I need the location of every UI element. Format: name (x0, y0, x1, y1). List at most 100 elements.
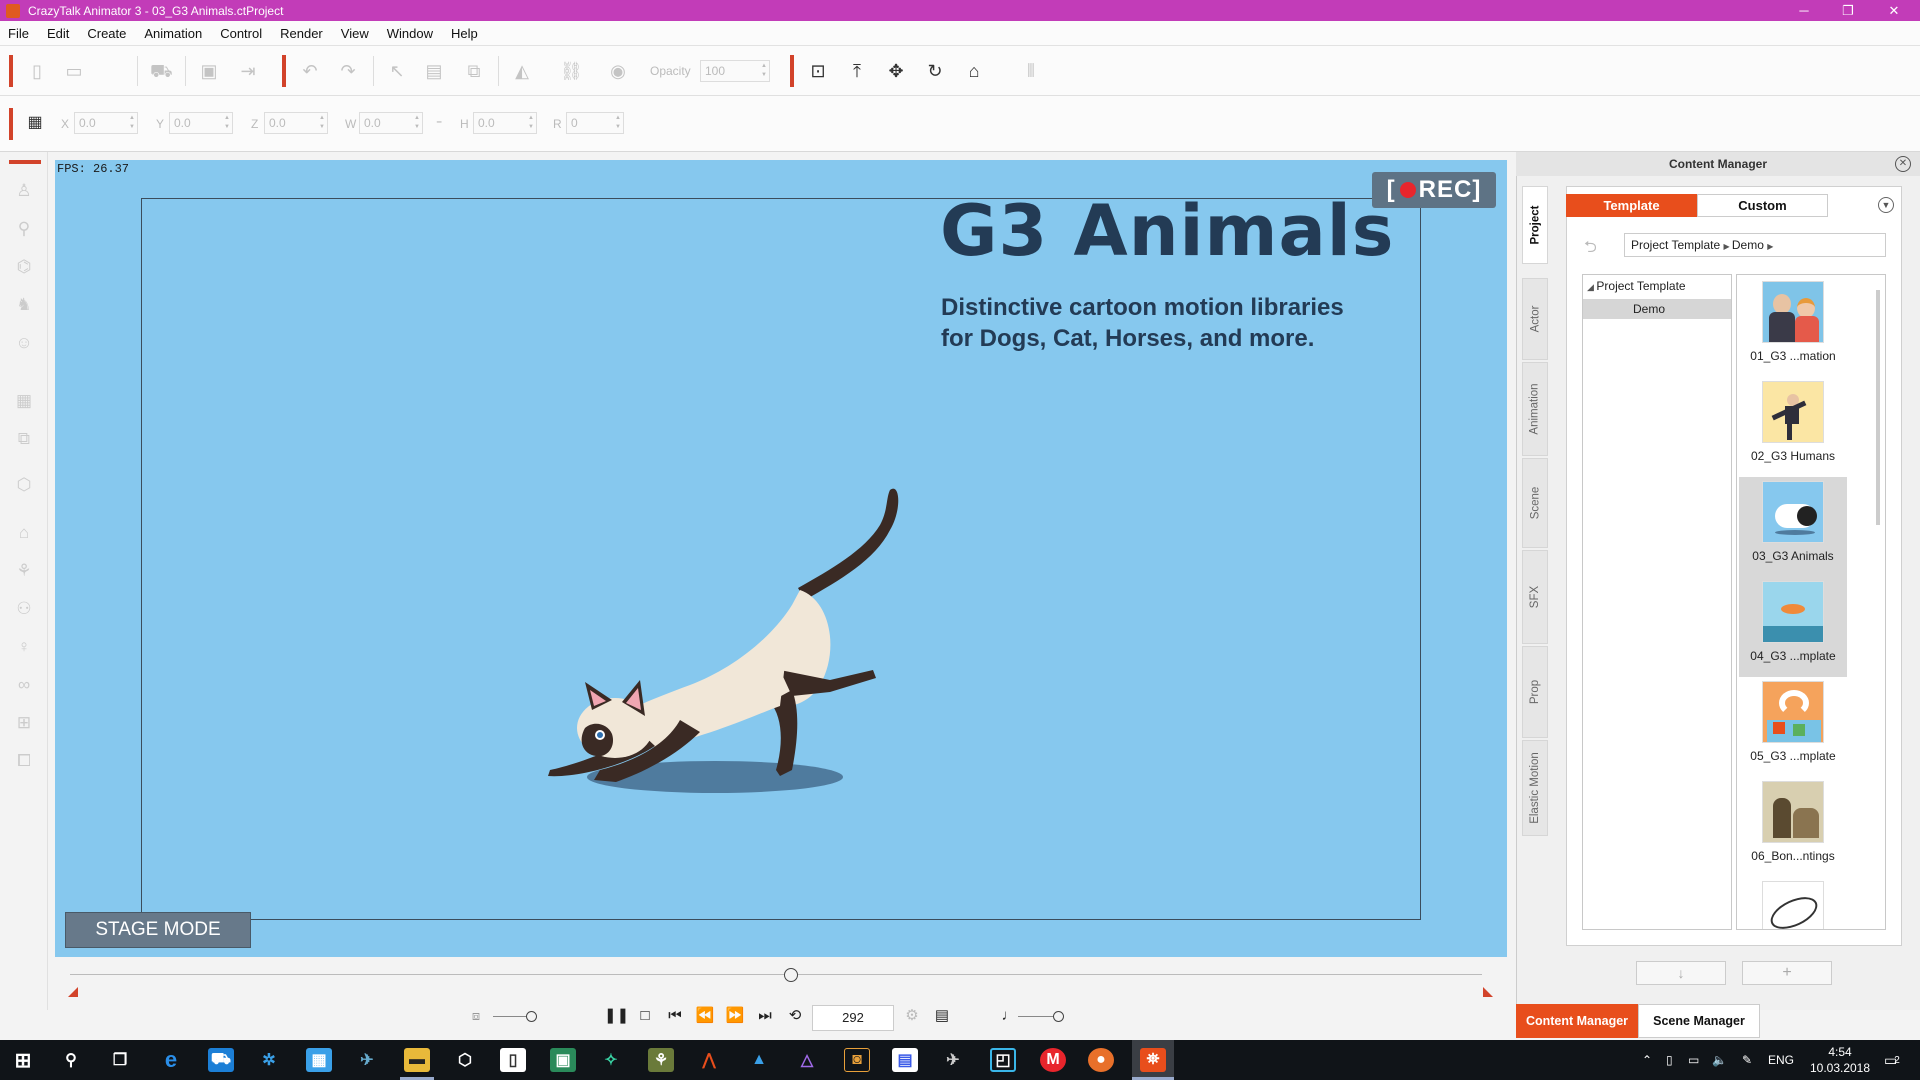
loop-icon[interactable]: ⟲ (784, 1005, 806, 1027)
breadcrumb-item[interactable]: Project Template (1631, 238, 1720, 252)
clipboard-icon[interactable]: ▤ (423, 60, 445, 82)
stage-mode-button[interactable]: STAGE MODE (65, 912, 251, 948)
timeline-panel-icon[interactable]: ▤ (931, 1005, 953, 1027)
move-vertical-icon[interactable]: ⤒ (846, 60, 868, 82)
firefox-icon[interactable]: ● (1088, 1048, 1114, 1072)
select-icon[interactable]: ↖ (386, 60, 408, 82)
z-field[interactable]: 0.0 (264, 112, 328, 134)
grid-icon[interactable]: ▦ (24, 112, 46, 134)
actor-tool-icon[interactable]: ♙ (13, 180, 35, 202)
r-field[interactable]: 0 (566, 112, 624, 134)
rotate-icon[interactable]: ↻ (924, 60, 946, 82)
minimize-button[interactable]: ─ (1782, 0, 1826, 21)
template-item[interactable]: 06_Bon...ntings (1739, 777, 1847, 877)
lock-ratio-icon[interactable]: ⁼ (436, 117, 442, 131)
template-item[interactable]: 04_G3 ...mplate (1739, 577, 1847, 677)
menu-help[interactable]: Help (451, 26, 478, 41)
move-icon[interactable]: ✥ (885, 60, 907, 82)
clock[interactable]: 4:54 10.03.2018 (1810, 1040, 1870, 1080)
menu-file[interactable]: File (8, 26, 29, 41)
app-icon[interactable]: ▤ (892, 1048, 918, 1072)
home-icon[interactable]: ⌂ (963, 60, 985, 82)
timeline-track[interactable] (70, 974, 1482, 975)
3d-tool-icon[interactable]: ⬡ (13, 474, 35, 496)
h-field[interactable]: 0.0 (473, 112, 537, 134)
visibility-icon[interactable]: ◉ (607, 60, 629, 82)
tab-animation[interactable]: Animation (1522, 362, 1548, 456)
notepad-icon[interactable]: ▯ (500, 1048, 526, 1072)
crazytalk-animator-icon[interactable]: ⛯ (1140, 1048, 1166, 1072)
settings-icon[interactable]: ✲ (256, 1048, 282, 1072)
transform-icon[interactable]: ⧉ (463, 60, 485, 82)
x-field[interactable]: 0.0 (74, 112, 138, 134)
face-tool-icon[interactable]: ☺ (13, 332, 35, 354)
template-item[interactable]: 01_G3 ...mation (1739, 277, 1847, 377)
network-icon[interactable]: ▭ (1688, 1040, 1699, 1080)
download-button[interactable]: ↓ (1636, 961, 1726, 985)
menu-window[interactable]: Window (387, 26, 433, 41)
notifications-icon[interactable]: ▭ 2 (1884, 1040, 1900, 1080)
bone-tool-icon[interactable]: ⌬ (13, 256, 35, 278)
volume-slider-track[interactable] (1018, 1016, 1058, 1017)
add-button[interactable]: + (1742, 961, 1832, 985)
opacity-field[interactable]: 100 (700, 60, 770, 82)
head-tool-icon[interactable]: ⚇ (13, 598, 35, 620)
menu-edit[interactable]: Edit (47, 26, 69, 41)
w-field[interactable]: 0.0 (359, 112, 423, 134)
app-icon[interactable]: ▦ (306, 1048, 332, 1072)
path-tool-icon[interactable]: ⊞ (13, 712, 35, 734)
pen-icon[interactable]: ✎ (1742, 1040, 1752, 1080)
tree-node-demo[interactable]: Demo (1583, 299, 1731, 319)
app-icon[interactable]: ◙ (844, 1048, 870, 1072)
template-item[interactable]: 02_G3 Humans (1739, 377, 1847, 477)
expand-icon[interactable]: ◢ (1587, 282, 1596, 292)
tab-prop[interactable]: Prop (1522, 646, 1548, 738)
stop-icon[interactable]: □ (634, 1005, 656, 1027)
new-file-icon[interactable]: ▯ (26, 60, 48, 82)
tray-chevron-icon[interactable]: ⌃ (1642, 1040, 1652, 1080)
previous-frame-icon[interactable]: ⏪ (694, 1005, 716, 1027)
file-explorer-icon[interactable]: ▬ (404, 1048, 430, 1072)
menu-animation[interactable]: Animation (144, 26, 202, 41)
audio-icon[interactable]: ⦀ (1020, 60, 1042, 82)
close-button[interactable]: ✕ (1872, 0, 1916, 21)
tab-elastic-motion[interactable]: Elastic Motion (1522, 740, 1548, 836)
app-icon[interactable]: ◰ (990, 1048, 1016, 1072)
pause-icon[interactable]: ❚❚ (604, 1005, 629, 1027)
tree-node-root[interactable]: ◢ Project Template (1587, 279, 1686, 293)
back-icon[interactable]: ⮌ (1584, 236, 1606, 256)
flip-icon[interactable]: ◭ (511, 60, 533, 82)
language-indicator[interactable]: ENG (1768, 1040, 1794, 1080)
camera-icon[interactable]: ⊡ (807, 60, 829, 82)
app-icon[interactable]: ✧ (598, 1048, 624, 1072)
chevron-down-icon[interactable]: ▼ (1878, 197, 1894, 213)
windows-start-icon[interactable]: ⊞ (10, 1048, 36, 1072)
link-icon[interactable]: ⛓ (560, 60, 583, 82)
app-icon[interactable]: ▣ (550, 1048, 576, 1072)
edge-browser-icon[interactable]: e (158, 1047, 184, 1072)
pose-tool-icon[interactable]: ⚲ (13, 218, 35, 240)
app-icon[interactable]: △ (794, 1048, 820, 1072)
last-frame-icon[interactable]: ⏭ (754, 1005, 776, 1027)
search-icon[interactable]: ⚲ (58, 1048, 84, 1072)
volume-icon[interactable]: 🔈 (1712, 1040, 1727, 1080)
range-end-marker[interactable] (1483, 987, 1493, 997)
tab-content-manager[interactable]: Content Manager (1516, 1004, 1638, 1038)
template-item[interactable]: 03_G3 Animals (1739, 477, 1847, 577)
virtualbox-icon[interactable]: ⬡ (452, 1048, 478, 1072)
next-frame-icon[interactable]: ⏩ (724, 1005, 746, 1027)
mega-icon[interactable]: M (1040, 1048, 1066, 1072)
open-folder-icon[interactable]: ▭ (63, 60, 85, 82)
tab-actor[interactable]: Actor (1522, 278, 1548, 360)
template-item[interactable] (1739, 877, 1847, 929)
menu-render[interactable]: Render (280, 26, 323, 41)
import-icon[interactable]: ▣ (198, 60, 220, 82)
app-icon[interactable]: ⚘ (648, 1048, 674, 1072)
usb-icon[interactable]: ▯ (1666, 1040, 1673, 1080)
scrollbar[interactable] (1876, 290, 1880, 525)
redo-icon[interactable]: ↷ (337, 60, 359, 82)
prop-tool-icon[interactable]: ⌂ (13, 522, 35, 544)
cat-character[interactable] (530, 470, 1010, 800)
deform-tool-icon[interactable]: ⧉ (13, 428, 35, 450)
tab-scene-manager[interactable]: Scene Manager (1638, 1004, 1760, 1038)
